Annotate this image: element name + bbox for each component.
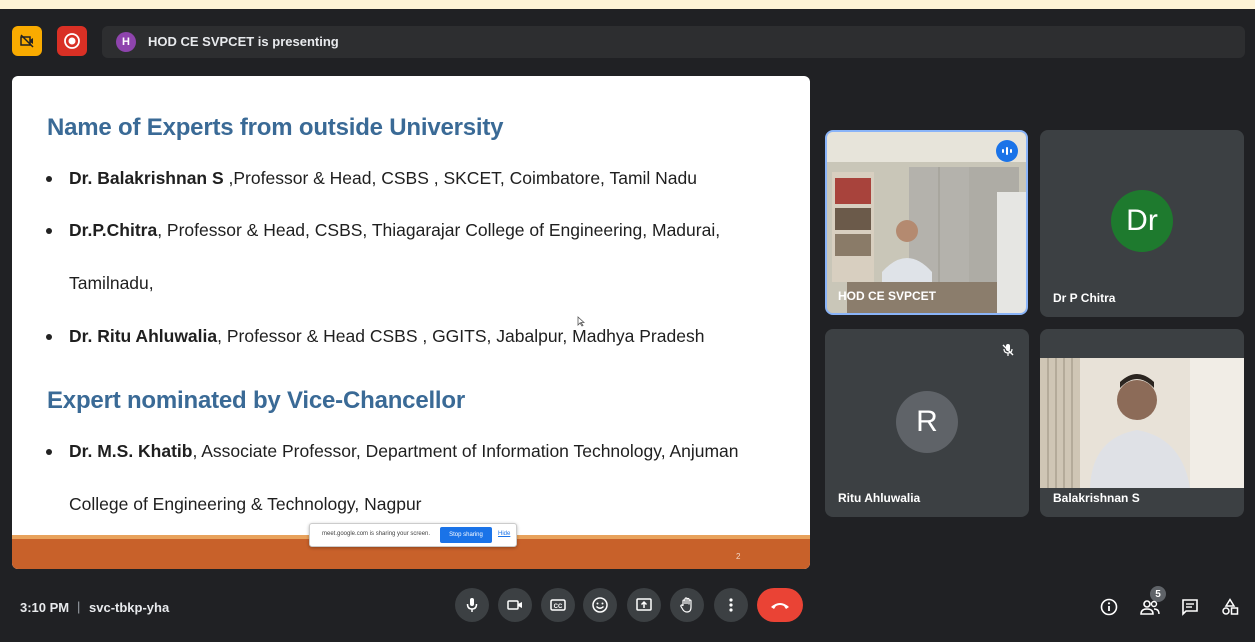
participant-name: HOD CE SVPCET: [838, 289, 937, 303]
info-icon: [1100, 598, 1118, 616]
stop-sharing-button[interactable]: Stop sharing: [440, 527, 492, 543]
expert-line-2-continuation: Tamilnadu,: [69, 273, 154, 293]
participant-name: Dr P Chitra: [1053, 291, 1116, 305]
record-icon: [64, 33, 80, 49]
hang-up-icon: [771, 603, 789, 609]
mouse-cursor-icon: [577, 316, 585, 327]
presenter-avatar: H: [116, 32, 136, 52]
reactions-button[interactable]: [583, 588, 617, 622]
camera-off-icon: [20, 34, 34, 48]
bullet: [46, 449, 52, 455]
presenting-banner: H HOD CE SVPCET is presenting: [102, 26, 1245, 58]
svg-text:CC: CC: [554, 604, 563, 610]
chat-button[interactable]: [1179, 596, 1201, 618]
nominee-detail: , Associate Professor, Department of Inf…: [192, 441, 739, 461]
participant-tile-hod[interactable]: HOD CE SVPCET: [825, 130, 1028, 315]
participant-video: [1040, 358, 1244, 488]
closed-captions-icon: CC: [550, 599, 566, 611]
people-icon: [1140, 600, 1160, 615]
meeting-details-button[interactable]: [1098, 596, 1120, 618]
presenting-label: HOD CE SVPCET is presenting: [148, 34, 339, 49]
nominee-name: Dr. M.S. Khatib: [69, 441, 193, 461]
participant-name: Ritu Ahluwalia: [838, 491, 921, 505]
bullet: [46, 176, 52, 182]
expert-detail: , Professor & Head, CSBS, Thiagarajar Co…: [157, 220, 721, 240]
participant-name: Balakrishnan S: [1053, 491, 1140, 505]
expert-line-1: Dr. Balakrishnan S ,Professor & Head, CS…: [69, 168, 697, 189]
shapes-icon: [1222, 598, 1239, 615]
speaking-indicator: [996, 140, 1018, 162]
top-bar: H HOD CE SVPCET is presenting: [0, 9, 1255, 65]
participant-tile-balakrishnan[interactable]: Balakrishnan S: [1040, 329, 1244, 517]
meeting-clock: 3:10 PM: [20, 600, 70, 615]
hand-icon: [680, 597, 692, 613]
raise-hand-button[interactable]: [670, 588, 704, 622]
meeting-code: svc-tbkp-yha: [89, 600, 170, 615]
shared-screen-slide: Name of Experts from outside University …: [12, 76, 810, 569]
participant-video: [827, 132, 1026, 313]
people-button[interactable]: [1139, 596, 1161, 618]
chat-icon: [1182, 599, 1198, 616]
nominee-line-continuation: College of Engineering & Technology, Nag…: [69, 494, 422, 514]
share-banner-text: meet.google.com is sharing your screen.: [322, 531, 431, 537]
separator: |: [77, 599, 81, 614]
participant-tile-chitra[interactable]: Dr Dr P Chitra: [1040, 130, 1244, 317]
mic-icon: [466, 598, 478, 612]
captions-button[interactable]: CC: [541, 588, 575, 622]
bullet: [46, 228, 52, 234]
slide-heading-outside-experts: Name of Experts from outside University: [47, 114, 504, 141]
participant-tile-ritu[interactable]: R Ritu Ahluwalia: [825, 329, 1029, 517]
meet-window: H HOD CE SVPCET is presenting Name of Ex…: [0, 9, 1255, 642]
activities-button[interactable]: [1219, 596, 1241, 618]
bullet: [46, 334, 52, 340]
participant-avatar: Dr: [1111, 190, 1173, 252]
hide-banner-link[interactable]: Hide: [498, 531, 510, 537]
audio-wave-icon: [1002, 147, 1012, 155]
expert-detail: ,Professor & Head, CSBS , SKCET, Coimbat…: [223, 168, 697, 188]
present-screen-icon: [636, 598, 652, 611]
video-camera-icon: [507, 600, 522, 610]
more-options-button[interactable]: [714, 588, 748, 622]
mic-button[interactable]: [455, 588, 489, 622]
slide-heading-vc-nominee: Expert nominated by Vice-Chancellor: [47, 387, 466, 414]
emoji-icon: [592, 597, 608, 613]
present-screen-button[interactable]: [627, 588, 661, 622]
expert-line-2: Dr.P.Chitra, Professor & Head, CSBS, Thi…: [69, 220, 720, 241]
mic-off-icon: [1002, 344, 1014, 356]
expert-line-3: Dr. Ritu Ahluwalia, Professor & Head CSB…: [69, 326, 704, 347]
expert-name: Dr. Ritu Ahluwalia: [69, 326, 218, 346]
screen-share-banner: meet.google.com is sharing your screen. …: [309, 523, 517, 547]
nominee-line: Dr. M.S. Khatib, Associate Professor, De…: [69, 441, 739, 462]
camera-button[interactable]: [498, 588, 532, 622]
more-vertical-icon: [729, 598, 733, 612]
expert-detail: , Professor & Head CSBS , GGITS, Jabalpu…: [217, 326, 705, 346]
camera-off-indicator[interactable]: [12, 26, 42, 56]
recording-indicator[interactable]: [57, 26, 87, 56]
expert-name: Dr.P.Chitra: [69, 220, 158, 240]
leave-call-button[interactable]: [757, 588, 803, 622]
slide-page-number: 2: [736, 552, 741, 561]
expert-name: Dr. Balakrishnan S: [69, 168, 224, 188]
participant-avatar: R: [896, 391, 958, 453]
bottom-bar: 3:10 PM | svc-tbkp-yha CC 5: [0, 579, 1255, 642]
